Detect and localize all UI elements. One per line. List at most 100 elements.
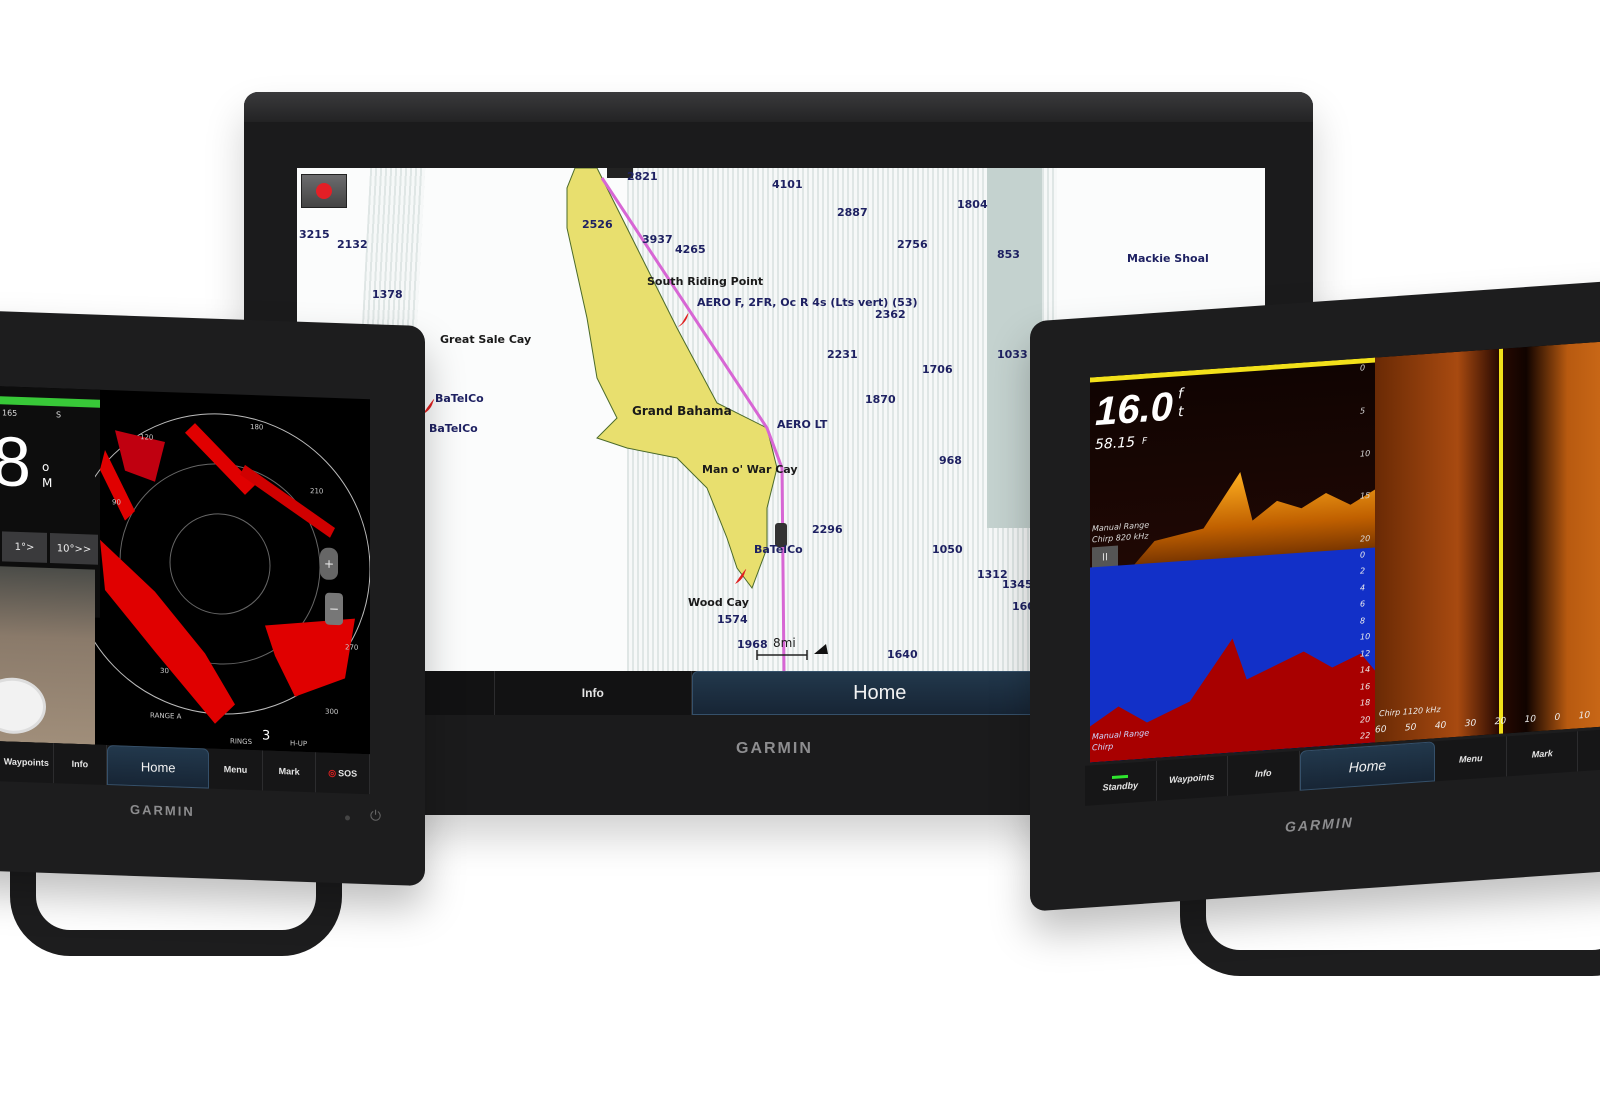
upper-depth-scale: 0 5 10 15 20 bbox=[1360, 363, 1371, 544]
softkey-menu[interactable]: Menu bbox=[209, 748, 263, 791]
place-name: Man o' War Cay bbox=[702, 463, 798, 476]
radar-zoom-out-button[interactable]: − bbox=[325, 592, 343, 626]
lower-depth-scale: 0 2 4 6 8 10 12 14 16 18 20 22 bbox=[1360, 550, 1370, 741]
depth-sounding: 2821 bbox=[627, 170, 658, 183]
status-led bbox=[345, 815, 350, 821]
north-arrow-icon bbox=[814, 644, 828, 654]
depth-sounding: 1033 bbox=[997, 348, 1028, 361]
temp-unit: F bbox=[1142, 436, 1148, 447]
softkey-info[interactable]: Info bbox=[1228, 750, 1300, 796]
radar-zoom-in-button[interactable]: + bbox=[320, 547, 338, 581]
scale-tick: 50 bbox=[1404, 722, 1417, 734]
scale-label: 8mi bbox=[773, 636, 796, 650]
depth-sounding: 1574 bbox=[717, 613, 748, 626]
depth-readout: 16.0 bbox=[1095, 384, 1173, 435]
scale-tick: 30 bbox=[1464, 718, 1477, 730]
place-name: Mackie Shoal bbox=[1127, 252, 1209, 265]
depth-sounding: 4101 bbox=[772, 178, 803, 191]
place-name: Great Sale Cay bbox=[440, 333, 532, 346]
frequency-label: Chirp 1120 kHz bbox=[1379, 704, 1441, 719]
softkey-sos[interactable]: ◎SOS bbox=[1578, 726, 1600, 772]
brand-logo: GARMIN bbox=[736, 740, 813, 757]
power-button[interactable]: ⏻ bbox=[370, 808, 381, 824]
sos-icon: ◎ bbox=[328, 767, 337, 778]
softkey-info[interactable]: Info bbox=[495, 671, 693, 715]
scale-tick: 8 bbox=[1360, 616, 1366, 626]
sonar-screen[interactable]: 16.0 f t 58.15 F Manual Range Chirp 820 … bbox=[1090, 338, 1600, 763]
softkey-standby[interactable]: Standby bbox=[1085, 760, 1157, 806]
brand-logo: GARMIN bbox=[1285, 814, 1354, 835]
grand-bahama-island bbox=[566, 168, 778, 590]
radar-range-value: 3 bbox=[262, 728, 271, 744]
depth-sounding: 3215 bbox=[299, 228, 330, 241]
scale-bar bbox=[756, 650, 808, 660]
scale-tick: 10 bbox=[1360, 632, 1371, 642]
radar-return bbox=[100, 539, 235, 724]
softkey-waypoints[interactable]: Waypoints bbox=[0, 741, 54, 784]
jacuzzi-image bbox=[0, 676, 46, 735]
depth-sounding: 2887 bbox=[837, 206, 868, 219]
frequency-label: Chirp bbox=[1092, 741, 1114, 753]
camera-feed bbox=[0, 566, 95, 745]
step-10-degree-button[interactable]: 10°>> bbox=[50, 533, 98, 565]
softkey-waypoints[interactable]: Waypoints bbox=[1156, 755, 1228, 801]
radar-ring-label: 120 bbox=[140, 433, 154, 442]
scale-tick: 12 bbox=[1360, 648, 1371, 659]
softkey-home[interactable]: Home bbox=[1299, 741, 1436, 791]
marker-buoy bbox=[678, 313, 689, 327]
heading-unit: o bbox=[42, 459, 50, 475]
place-name: South Riding Point bbox=[647, 275, 764, 288]
sidevu-centerline bbox=[1499, 348, 1503, 734]
scale-tick: 15 bbox=[1360, 491, 1371, 501]
softkey-sos[interactable]: ◎SOS bbox=[316, 752, 370, 795]
scale-tick: 10 bbox=[1360, 448, 1371, 459]
range-ring bbox=[169, 513, 271, 615]
softkey-info[interactable]: Info bbox=[53, 743, 108, 786]
scale-tick: 2 bbox=[1360, 566, 1366, 577]
fishfinder-right: 16.0 f t 58.15 F Manual Range Chirp 820 … bbox=[1030, 278, 1600, 912]
depth-sounding: 2296 bbox=[812, 523, 843, 536]
heading-tape-label: S bbox=[56, 410, 62, 420]
alarm-button[interactable] bbox=[301, 174, 347, 208]
heading-tape bbox=[0, 396, 100, 408]
depth-sounding: 1378 bbox=[372, 288, 403, 301]
scale-tick: 20 bbox=[1494, 716, 1507, 728]
heading-tape-label: 165 bbox=[2, 408, 18, 418]
depth-sounding: 2526 bbox=[582, 218, 613, 231]
radar-screen[interactable]: 165 S 8 o M 1°> 10°>> 120 180 210 90 270… bbox=[0, 386, 370, 755]
depth-unit: t bbox=[1178, 403, 1184, 421]
depth-sounding: 1968 bbox=[737, 638, 768, 651]
radar-return bbox=[240, 464, 335, 538]
radar-return bbox=[185, 423, 255, 495]
scale-tick: 40 bbox=[1434, 720, 1447, 732]
scale-tick: 5 bbox=[1360, 405, 1366, 416]
softkey-home[interactable]: Home bbox=[692, 671, 1068, 715]
navaid-label: BaTelCo bbox=[435, 392, 484, 405]
step-1-degree-button[interactable]: 1°> bbox=[2, 531, 47, 563]
frequency-label: Chirp 820 kHz bbox=[1092, 531, 1149, 545]
softkey-mark[interactable]: Mark bbox=[262, 750, 317, 793]
softkey-home[interactable]: Home bbox=[107, 745, 210, 789]
navaid-label: AERO LT bbox=[777, 418, 828, 431]
softkey-menu[interactable]: Menu bbox=[1435, 736, 1507, 782]
chirp-sonar-panel: 16.0 f t 58.15 F Manual Range Chirp 820 … bbox=[1090, 357, 1375, 573]
radar-ring-label: 180 bbox=[250, 423, 264, 432]
scale-tick: 22 bbox=[1360, 730, 1371, 741]
scale-tick: 20 bbox=[1360, 714, 1371, 725]
radar-ring-label: 270 bbox=[345, 643, 359, 652]
radar-range-label: RANGE A bbox=[150, 711, 182, 721]
depth-sounding: 1804 bbox=[957, 198, 988, 211]
softkey-mark[interactable]: Mark bbox=[1506, 731, 1579, 777]
depth-sounding: 2231 bbox=[827, 348, 858, 361]
depth-sounding: 1050 bbox=[932, 543, 963, 556]
radar-ring-label: 210 bbox=[310, 487, 324, 496]
scale-tick: 10 bbox=[1524, 714, 1536, 726]
depth-sounding: 4265 bbox=[675, 243, 706, 256]
scale-tick: 0 bbox=[1554, 712, 1561, 724]
depth-sounding: 853 bbox=[997, 248, 1020, 261]
traditional-sonar-panel: Manual Range Chirp bbox=[1090, 547, 1375, 763]
navaid-label: BaTelCo bbox=[754, 543, 803, 556]
sidevu-sonar-panel: Chirp 1120 kHz bbox=[1375, 338, 1600, 743]
scale-tick: 20 bbox=[1360, 533, 1371, 544]
place-name: Grand Bahama bbox=[632, 404, 732, 418]
